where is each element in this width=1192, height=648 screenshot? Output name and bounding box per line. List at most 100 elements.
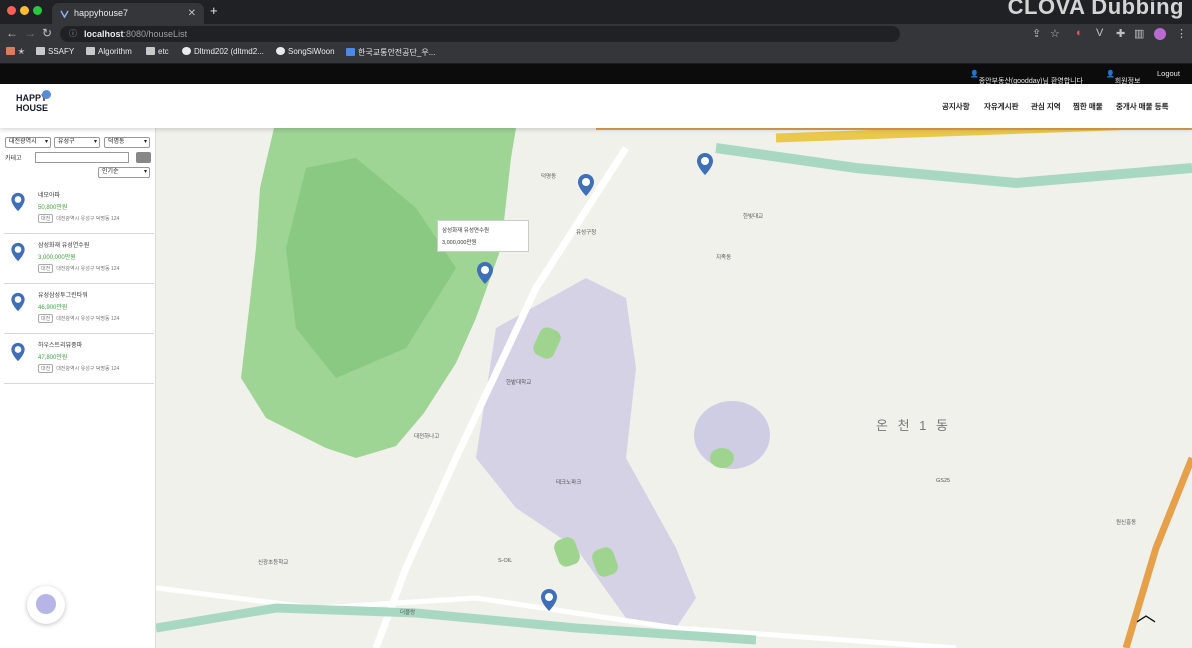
close-tab-icon[interactable]: ✕ — [188, 3, 196, 24]
map-label: 덕명동 — [541, 174, 557, 180]
list-item[interactable]: 유성삼성투그린타워 46,900만원 대전 대전광역시 유성구 덕명동 124 — [4, 286, 154, 334]
welcome-text: 👤 종안부동산(goodday)님 환영합니다 — [970, 71, 1084, 85]
url-path: :8080/houseList — [123, 29, 188, 39]
item-address: 대전 대전광역시 유성구 덕명동 124 — [38, 364, 119, 373]
bookmark-github-1[interactable]: Dltmd202 (dltmd2... — [182, 47, 264, 56]
forward-icon[interactable]: → — [24, 26, 36, 40]
property-pin[interactable] — [540, 588, 558, 612]
chevron-down-icon: ▾ — [44, 139, 48, 145]
map-label: 테크노파크 — [556, 480, 582, 486]
close-window-icon[interactable] — [7, 6, 16, 15]
back-icon[interactable]: ← — [6, 26, 18, 40]
bookmark-github-2[interactable]: SongSiWoon — [276, 47, 335, 56]
menu-wishlist[interactable]: 찜한 매물 — [1073, 101, 1103, 112]
item-name: 유성삼성투그린타워 — [38, 293, 88, 299]
apt-name-input[interactable] — [35, 152, 129, 163]
scroll-top-icon[interactable]: ︿ — [1136, 598, 1156, 627]
item-price: 3,000,000만원 — [38, 255, 76, 261]
list-item[interactable]: 삼성화재 유성연수원 3,000,000만원 대전 대전광역시 유성구 덕명동 1… — [4, 236, 154, 284]
logout-link[interactable]: Logout — [1157, 69, 1180, 78]
map-info-window[interactable]: 삼성화재 유성연수원 3,000,000만원 — [437, 220, 529, 252]
info-window-title: 삼성화재 유성연수원 — [442, 228, 490, 234]
new-tab-icon[interactable]: + — [210, 3, 218, 18]
info-window-price: 3,000,000만원 — [442, 240, 477, 246]
map-label: 한빛대교 — [743, 214, 764, 220]
item-address: 대전 대전광역시 유성구 덕명동 124 — [38, 264, 119, 273]
location-pin-icon — [11, 342, 25, 362]
minimize-window-icon[interactable] — [20, 6, 29, 15]
map-label: 더블랑 — [400, 610, 416, 616]
maximize-window-icon[interactable] — [33, 6, 42, 15]
chatbot-mascot-icon — [36, 594, 56, 614]
gugun-select[interactable]: 유성구 ▾ — [54, 137, 100, 148]
item-price: 47,800만원 — [38, 355, 68, 361]
location-pin-icon — [11, 242, 25, 262]
site-favicon-icon — [60, 10, 69, 18]
tab-bar: happyhouse7 ✕ + CLOVA Dubbing — [0, 0, 1192, 24]
property-pin[interactable] — [577, 173, 595, 197]
web-page: 👤 종안부동산(goodday)님 환영합니다 👤 회원정보 Logout HA… — [0, 64, 1192, 648]
map-label: 지족동 — [716, 255, 732, 261]
chevron-down-icon: ▾ — [93, 139, 97, 145]
property-pin-selected[interactable] — [476, 261, 494, 285]
item-address: 대전 대전광역시 유성구 덕명동 124 — [38, 214, 119, 223]
extension-1-icon[interactable]: ◐ — [1076, 27, 1083, 39]
watermark: CLOVA Dubbing — [1007, 0, 1184, 19]
item-name: 네모아파 — [38, 193, 61, 199]
browser-menu-icon[interactable]: ⋮ — [1176, 27, 1187, 40]
map-label: S-OIL — [498, 558, 513, 564]
url-host: localhost — [84, 29, 124, 39]
chatbot-button[interactable] — [27, 586, 65, 624]
side-panel-icon[interactable]: ▥ — [1134, 27, 1144, 40]
item-name: 하우스트리뷰중파 — [38, 343, 83, 349]
menu-interest-area[interactable]: 관심 지역 — [1031, 101, 1061, 112]
apt-name-label: 카테고 — [5, 156, 22, 162]
map-label: 대전하나고 — [414, 434, 440, 440]
location-pin-icon — [11, 192, 25, 212]
address-bar[interactable]: ⓘ localhost:8080/houseList — [60, 26, 900, 42]
bookmark-star-small-icon[interactable]: ✭ — [18, 47, 25, 56]
menu-board[interactable]: 자유게시판 — [984, 101, 1019, 112]
location-pin-icon — [11, 292, 25, 312]
apps-icon[interactable] — [6, 47, 18, 56]
map-canvas[interactable]: 온 천 1 동 — [155, 118, 1192, 648]
reload-icon[interactable]: ↻ — [42, 26, 52, 40]
bookmark-etc[interactable]: etc — [146, 47, 169, 56]
browser-window: happyhouse7 ✕ + CLOVA Dubbing ← → ↻ ⓘ lo… — [0, 0, 1192, 648]
menu-register-listing[interactable]: 중개사 매물 등록 — [1116, 101, 1168, 112]
mypage-link[interactable]: 👤 회원정보 — [1106, 70, 1140, 85]
bookmark-traffic[interactable]: 한국교통안전공단_우... — [346, 47, 435, 58]
item-price: 50,800만원 — [38, 205, 68, 211]
map-view[interactable]: 온 천 1 동 덕명동 한빛대교 대전하나고 S-OIL 더블랑 신광초등학교 … — [155, 118, 1192, 648]
chevron-down-icon: ▾ — [143, 169, 147, 175]
chevron-down-icon: ▾ — [143, 139, 147, 145]
site-logo[interactable]: HAPPY HOUSE — [16, 90, 51, 113]
bookmark-algorithm[interactable]: Algorithm — [86, 47, 132, 56]
bookmark-star-icon[interactable]: ☆ — [1050, 27, 1060, 40]
extension-2-icon[interactable]: V — [1096, 27, 1103, 39]
district-label: 온 천 1 동 — [876, 418, 951, 433]
dong-select[interactable]: 덕명동 ▾ — [104, 137, 150, 148]
bookmark-ssafy[interactable]: SSAFY — [36, 47, 74, 56]
browser-tab[interactable]: happyhouse7 ✕ — [52, 3, 204, 24]
bookmarks-bar: ✭ SSAFY Algorithm etc Dltmd202 (dltmd2..… — [0, 44, 1192, 64]
search-sidebar: 대전광역시 ▾ 유성구 ▾ 덕명동 ▾ 카테고 인기순 ▾ 네모아파 50,800만원 … — [0, 128, 156, 648]
menu-notice[interactable]: 공지사항 — [942, 101, 970, 112]
item-address: 대전 대전광역시 유성구 덕명동 124 — [38, 314, 119, 323]
site-header: HAPPY HOUSE 공지사항 자유게시판 관심 지역 찜한 매물 중개사 매… — [0, 84, 1192, 128]
address-toolbar: ← → ↻ ⓘ localhost:8080/houseList ⇪ ☆ ◐ V… — [0, 24, 1192, 44]
item-name: 삼성화재 유성연수원 — [38, 243, 90, 249]
sort-select[interactable]: 인기순 ▾ — [98, 167, 150, 178]
property-pin[interactable] — [696, 152, 714, 176]
share-icon[interactable]: ⇪ — [1032, 27, 1041, 40]
item-price: 46,900만원 — [38, 305, 68, 311]
sido-select[interactable]: 대전광역시 ▾ — [5, 137, 51, 148]
list-item[interactable]: 네모아파 50,800만원 대전 대전광역시 유성구 덕명동 124 — [4, 186, 154, 234]
search-button[interactable] — [136, 152, 151, 163]
profile-avatar[interactable] — [1154, 28, 1166, 40]
user-bar: 👤 종안부동산(goodday)님 환영합니다 👤 회원정보 Logout — [0, 64, 1192, 85]
extensions-puzzle-icon[interactable]: ✚ — [1116, 27, 1125, 40]
map-label: 한밭대학교 — [506, 380, 532, 386]
list-item[interactable]: 하우스트리뷰중파 47,800만원 대전 대전광역시 유성구 덕명동 124 — [4, 336, 154, 384]
site-info-icon[interactable]: ⓘ — [69, 26, 77, 42]
